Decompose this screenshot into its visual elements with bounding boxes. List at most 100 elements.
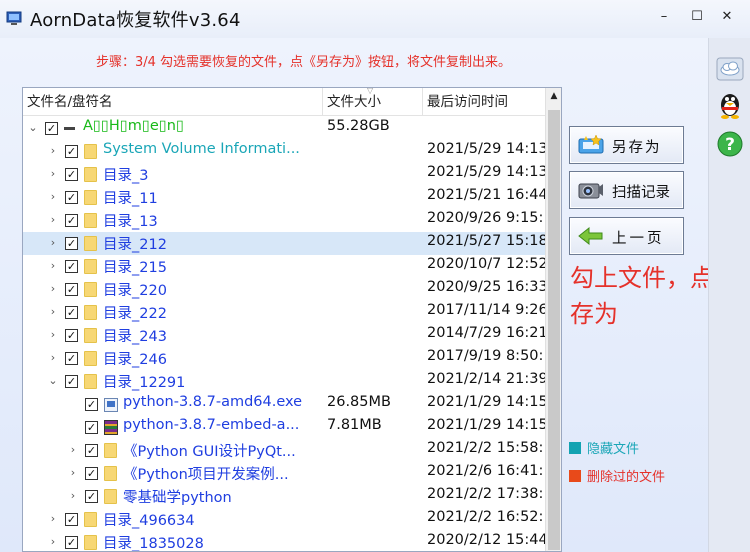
row-checkbox[interactable]: ✓ bbox=[65, 329, 78, 342]
tree-row[interactable]: › ✓ 目录_220 2020/9/25 16:33 bbox=[23, 278, 548, 301]
row-checkbox[interactable]: ✓ bbox=[65, 306, 78, 319]
tree-row[interactable]: › ✓ 目录_246 2017/9/19 8:50: bbox=[23, 347, 545, 370]
file-tree-panel: 文件名/盘符名 文件大小 最后访问时间 ▽ ⌄ ✓ A▯▯H▯m▯e▯n▯ 55.28… bbox=[22, 87, 562, 552]
row-name: 目录_13 bbox=[103, 214, 158, 230]
collapsed-chevron-icon[interactable]: › bbox=[47, 212, 59, 228]
minimize-button[interactable]: – bbox=[656, 9, 672, 25]
row-checkbox[interactable]: ✓ bbox=[65, 237, 78, 250]
scroll-thumb[interactable] bbox=[548, 110, 560, 550]
row-name: python-3.8.7-embed-a... bbox=[123, 417, 300, 433]
tree-row[interactable]: › ✓ 零基础学python 2021/2/2 17:38: bbox=[23, 485, 545, 508]
row-name: 目录_222 bbox=[103, 306, 167, 322]
row-name: 目录_11 bbox=[103, 191, 158, 207]
row-name: 目录_215 bbox=[103, 260, 167, 276]
legend-deleted-files: 删除过的文件 bbox=[569, 466, 665, 485]
tree-row[interactable]: › ✓ 目录_11 2021/5/21 16:44 bbox=[23, 186, 548, 209]
collapsed-chevron-icon[interactable]: › bbox=[47, 327, 59, 343]
folder-icon bbox=[84, 535, 97, 550]
row-time: 2020/9/26 9:15: bbox=[427, 210, 544, 226]
row-checkbox[interactable]: ✓ bbox=[65, 513, 78, 526]
row-checkbox[interactable]: ✓ bbox=[65, 214, 78, 227]
row-name: A▯▯H▯m▯e▯n▯ bbox=[83, 118, 184, 134]
main-area: 步骤：3/4 勾选需要恢复的文件，点《另存为》按钮，将文件复制出来。 文件名/盘… bbox=[0, 38, 738, 552]
row-time: 2021/5/21 16:44 bbox=[427, 187, 548, 203]
drive-icon bbox=[64, 127, 75, 130]
row-checkbox[interactable]: ✓ bbox=[65, 375, 78, 388]
tree-row[interactable]: ✓ python-3.8.7-amd64.exe 26.85MB 2021/1/29 … bbox=[23, 393, 548, 416]
folder-icon bbox=[84, 190, 97, 205]
cloud-icon[interactable] bbox=[715, 52, 745, 84]
row-time: 2021/5/27 15:18 bbox=[427, 233, 548, 249]
folder-icon bbox=[84, 351, 97, 366]
scan-log-button[interactable]: 扫描记录 bbox=[569, 171, 684, 209]
row-time: 2020/2/12 15:44 bbox=[427, 532, 548, 548]
tree-row[interactable]: ✓ python-3.8.7-embed-a... 7.81MB 2021/1/29 … bbox=[23, 416, 548, 439]
collapsed-chevron-icon[interactable]: › bbox=[47, 166, 59, 182]
save-as-button[interactable]: 另存为 bbox=[569, 126, 684, 164]
collapsed-chevron-icon[interactable]: › bbox=[47, 350, 59, 366]
expanded-chevron-icon[interactable]: ⌄ bbox=[47, 373, 59, 389]
collapsed-chevron-icon[interactable]: › bbox=[47, 281, 59, 297]
row-name: python-3.8.7-amd64.exe bbox=[123, 394, 303, 410]
step-instruction: 步骤：3/4 勾选需要恢复的文件，点《另存为》按钮，将文件复制出来。 bbox=[96, 55, 512, 70]
row-checkbox[interactable]: ✓ bbox=[45, 122, 58, 135]
collapsed-chevron-icon[interactable]: › bbox=[47, 534, 59, 550]
row-checkbox[interactable]: ✓ bbox=[65, 191, 78, 204]
row-time: 2017/9/19 8:50: bbox=[427, 348, 544, 364]
close-button[interactable]: ✕ bbox=[719, 9, 735, 25]
collapsed-chevron-icon[interactable]: › bbox=[47, 511, 59, 527]
column-header-name[interactable]: 文件名/盘符名 bbox=[23, 88, 323, 116]
legend-deleted-label: 删除过的文件 bbox=[587, 470, 666, 485]
tree-row[interactable]: › ✓ 目录_243 2014/7/29 16:21 bbox=[23, 324, 548, 347]
row-checkbox[interactable]: ✓ bbox=[85, 467, 98, 480]
row-name: 目录_243 bbox=[103, 329, 167, 345]
maximize-button[interactable]: ☐ bbox=[689, 9, 705, 25]
tree-row[interactable]: › ✓ 目录_212 2021/5/27 15:18 bbox=[23, 232, 548, 255]
collapsed-chevron-icon[interactable]: › bbox=[67, 465, 79, 481]
collapsed-chevron-icon[interactable]: › bbox=[47, 189, 59, 205]
tree-row[interactable]: › ✓ 目录_13 2020/9/26 9:15: bbox=[23, 209, 545, 232]
right-toolbar: ? bbox=[708, 38, 750, 552]
row-checkbox[interactable]: ✓ bbox=[65, 168, 78, 181]
help-icon[interactable]: ? bbox=[715, 128, 745, 160]
folder-icon bbox=[84, 305, 97, 320]
row-checkbox[interactable]: ✓ bbox=[65, 352, 78, 365]
row-time: 2021/1/29 14:15 bbox=[427, 417, 548, 433]
sort-indicator-icon: ▽ bbox=[367, 87, 374, 95]
row-checkbox[interactable]: ✓ bbox=[65, 536, 78, 549]
row-checkbox[interactable]: ✓ bbox=[85, 398, 98, 411]
scan-camera-icon bbox=[578, 183, 603, 199]
row-name: 目录_496634 bbox=[103, 513, 195, 529]
row-time: 2021/2/6 16:41: bbox=[427, 463, 544, 479]
row-time: 2017/11/14 9:26 bbox=[427, 302, 548, 318]
row-checkbox[interactable]: ✓ bbox=[65, 283, 78, 296]
scroll-up-arrow-icon[interactable]: ▲ bbox=[546, 88, 561, 105]
tree-row[interactable]: › ✓ 目录_222 2017/11/14 9:26 bbox=[23, 301, 548, 324]
collapsed-chevron-icon[interactable]: › bbox=[67, 488, 79, 504]
folder-icon bbox=[84, 259, 97, 274]
row-checkbox[interactable]: ✓ bbox=[65, 260, 78, 273]
row-checkbox[interactable]: ✓ bbox=[85, 421, 98, 434]
previous-page-button[interactable]: 上一页 bbox=[569, 217, 684, 255]
row-checkbox[interactable]: ✓ bbox=[85, 444, 98, 457]
tree-row[interactable]: ⌄ ✓ A▯▯H▯m▯e▯n▯ 55.28GB bbox=[23, 117, 545, 140]
vertical-scrollbar[interactable]: ▲ bbox=[545, 88, 561, 551]
tree-row[interactable]: › ✓ 目录_215 2020/10/7 12:52 bbox=[23, 255, 548, 278]
tree-row[interactable]: › ✓ 目录_3 2021/5/29 14:13 bbox=[23, 163, 548, 186]
expanded-chevron-icon[interactable]: ⌄ bbox=[27, 120, 39, 136]
column-header-time[interactable]: 最后访问时间 bbox=[423, 88, 545, 116]
tree-row[interactable]: › ✓ 《Python项目开发案例... 2021/2/6 16:41: bbox=[23, 462, 545, 485]
tree-row[interactable]: › ✓ 目录_1835028 2020/2/12 15:44 bbox=[23, 531, 548, 551]
qq-penguin-icon[interactable] bbox=[715, 88, 745, 120]
row-checkbox[interactable]: ✓ bbox=[85, 490, 98, 503]
collapsed-chevron-icon[interactable]: › bbox=[47, 143, 59, 159]
collapsed-chevron-icon[interactable]: › bbox=[47, 304, 59, 320]
collapsed-chevron-icon[interactable]: › bbox=[47, 235, 59, 251]
tree-row[interactable]: › ✓ System Volume Informati... 2021/5/29 14… bbox=[23, 140, 548, 163]
collapsed-chevron-icon[interactable]: › bbox=[47, 258, 59, 274]
tree-row[interactable]: ⌄ ✓ 目录_12291 2021/2/14 21:39 bbox=[23, 370, 547, 393]
row-checkbox[interactable]: ✓ bbox=[65, 145, 78, 158]
tree-row[interactable]: › ✓ 《Python GUI设计PyQt... 2021/2/2 15:58: bbox=[23, 439, 545, 462]
tree-row[interactable]: › ✓ 目录_496634 2021/2/2 16:52: bbox=[23, 508, 545, 531]
collapsed-chevron-icon[interactable]: › bbox=[67, 442, 79, 458]
